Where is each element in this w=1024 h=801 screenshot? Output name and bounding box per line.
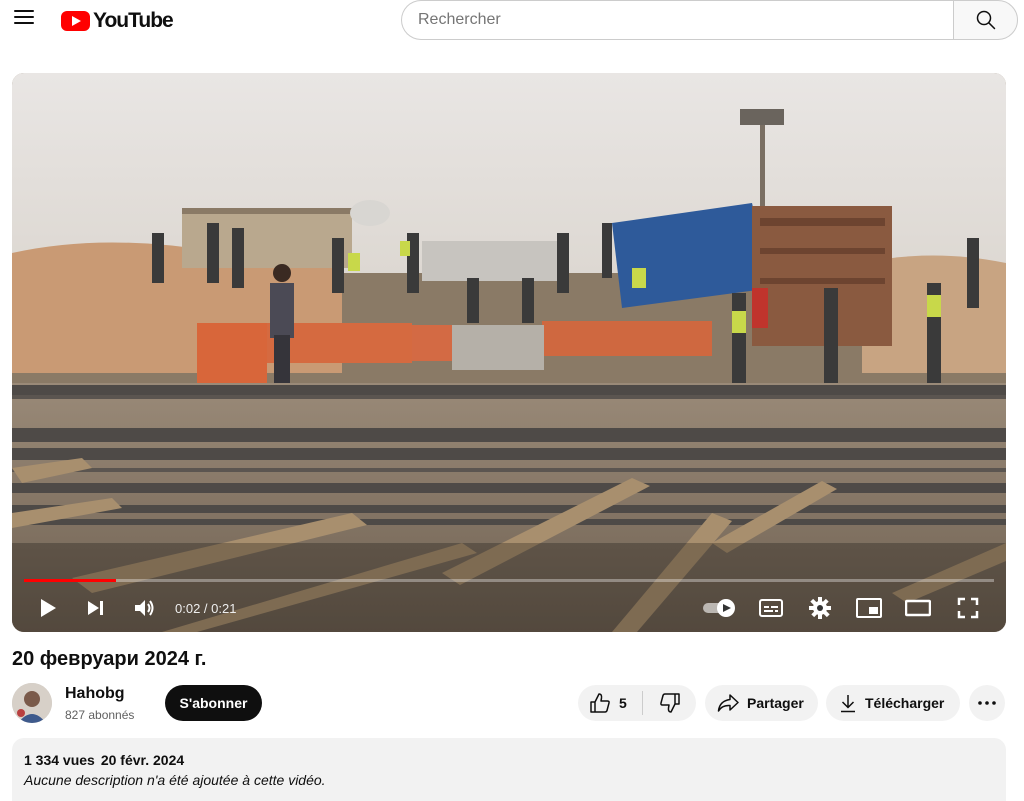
- autoplay-icon: [703, 599, 735, 617]
- progress-fill: [24, 579, 116, 582]
- like-dislike-group: 5: [578, 685, 696, 721]
- video-title: 20 февруари 2024 г.: [12, 648, 207, 670]
- avatar-image: [12, 683, 52, 723]
- next-button[interactable]: [84, 596, 108, 620]
- download-button[interactable]: Télécharger: [826, 685, 960, 721]
- video-frame: [12, 73, 1006, 632]
- share-button[interactable]: Partager: [705, 685, 818, 721]
- play-button[interactable]: [36, 596, 60, 620]
- subscribe-button[interactable]: S'abonner: [165, 685, 262, 721]
- miniplayer-icon: [856, 598, 882, 618]
- like-count: 5: [619, 695, 627, 711]
- upload-date: 20 févr. 2024: [100, 752, 185, 768]
- fullscreen-button[interactable]: [956, 596, 980, 620]
- search-button[interactable]: [953, 0, 1018, 40]
- theater-icon: [905, 599, 931, 617]
- view-count: 1 334 vues: [24, 752, 95, 768]
- gear-icon: [809, 597, 831, 619]
- more-horizontal-icon: [978, 701, 996, 705]
- autoplay-toggle[interactable]: [700, 596, 740, 620]
- youtube-logo[interactable]: YouTube: [61, 9, 174, 33]
- channel-name[interactable]: Hahobg: [65, 685, 125, 703]
- subscriber-count: 827 abonnés: [65, 708, 135, 722]
- description-stats: 1 334 vues 20 févr. 2024: [24, 752, 994, 768]
- menu-icon[interactable]: [14, 10, 34, 28]
- description-box[interactable]: 1 334 vues 20 févr. 2024 Aucune descripti…: [12, 738, 1006, 801]
- progress-bar[interactable]: [24, 579, 994, 582]
- fullscreen-icon: [957, 597, 979, 619]
- dislike-button[interactable]: [643, 685, 696, 721]
- volume-icon: [135, 600, 154, 616]
- subtitles-icon: [759, 599, 783, 617]
- search-icon: [976, 10, 995, 30]
- description-text: Aucune description n'a été ajoutée à cet…: [24, 772, 326, 788]
- search-bar: [401, 0, 1018, 40]
- skip-next-icon: [88, 601, 103, 615]
- settings-button[interactable]: [808, 596, 832, 620]
- video-player[interactable]: 0:02 / 0:21: [12, 73, 1006, 632]
- subtitles-button[interactable]: [758, 596, 784, 620]
- channel-avatar[interactable]: [12, 683, 52, 723]
- share-label: Partager: [747, 695, 804, 711]
- more-actions-button[interactable]: [969, 685, 1005, 721]
- thumbs-up-icon: [590, 693, 610, 713]
- theater-mode-button[interactable]: [905, 596, 931, 620]
- miniplayer-button[interactable]: [856, 596, 882, 620]
- play-logo-icon: [61, 11, 90, 31]
- share-icon: [717, 694, 739, 712]
- time-display: 0:02 / 0:21: [175, 601, 237, 616]
- search-input[interactable]: [401, 0, 953, 40]
- like-button[interactable]: 5: [578, 685, 642, 721]
- volume-button[interactable]: [132, 596, 158, 620]
- logo-text: YouTube: [93, 9, 174, 32]
- masthead: YouTube: [0, 0, 1024, 40]
- thumbs-down-icon: [659, 693, 680, 713]
- player-controls: 0:02 / 0:21: [12, 588, 1006, 628]
- download-label: Télécharger: [865, 695, 945, 711]
- download-icon: [841, 695, 855, 713]
- play-icon: [41, 599, 56, 617]
